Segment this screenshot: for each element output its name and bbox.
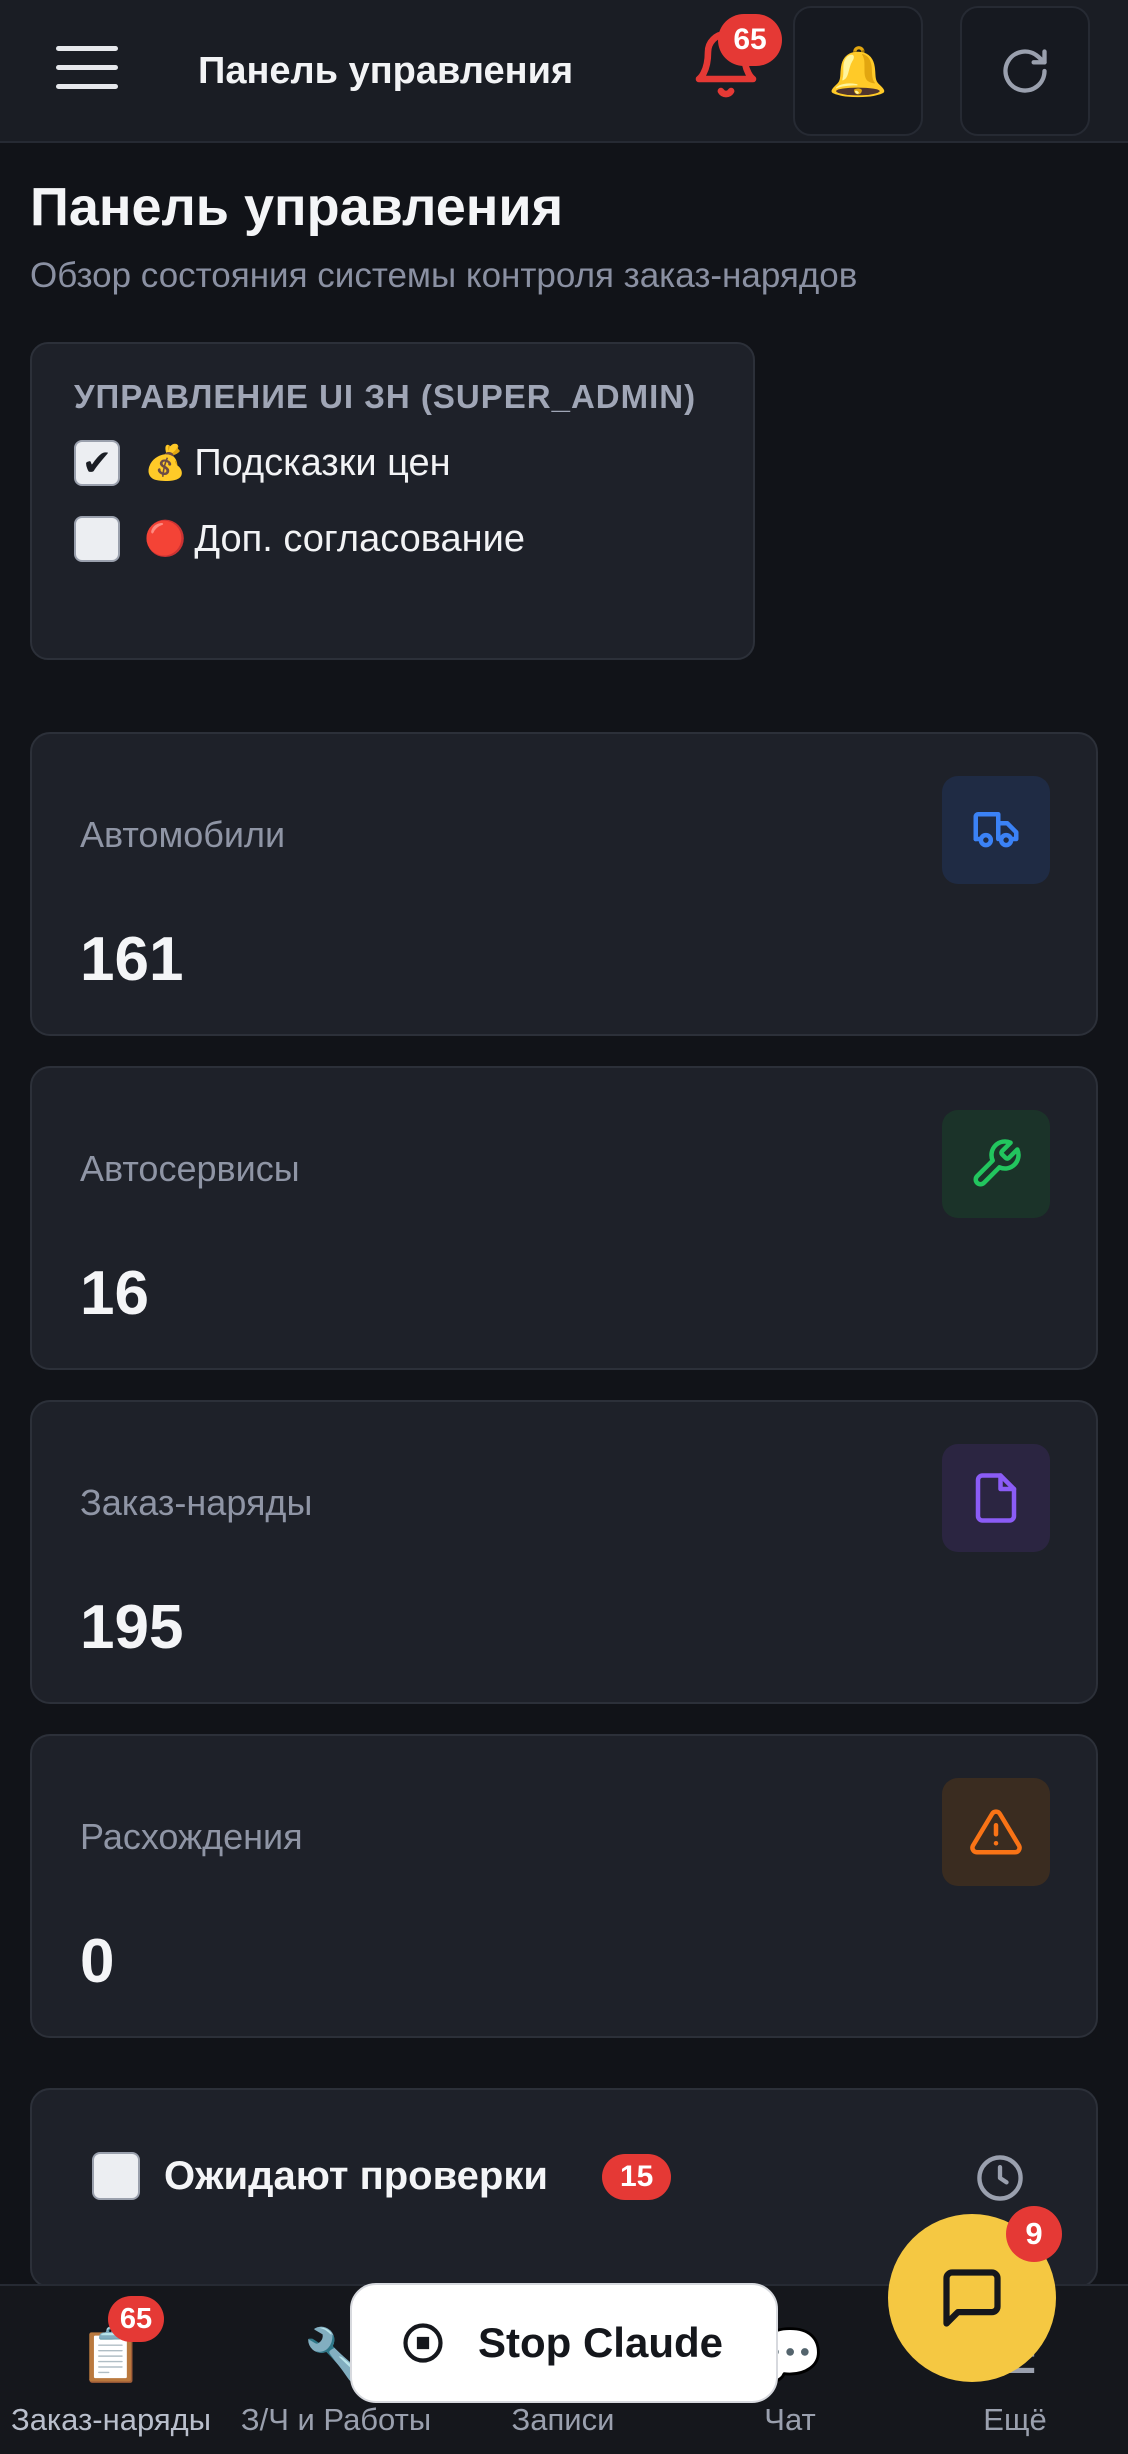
top-bar: Панель управления 65 🔔: [0, 0, 1128, 143]
nav-label: Заказ-наряды: [10, 2402, 212, 2437]
nav-work-orders-badge: 65: [108, 2296, 164, 2342]
menu-icon[interactable]: [56, 46, 118, 94]
message-square-icon: [943, 2269, 1001, 2327]
nav-label: Чат: [764, 2402, 816, 2437]
stat-card-cars[interactable]: Автомобили 161: [30, 732, 1098, 1036]
stat-value: 195: [80, 1593, 184, 1662]
refresh-button[interactable]: [960, 6, 1090, 136]
stop-icon: [403, 2323, 443, 2363]
extra-approval-label: Доп. согласование: [194, 517, 526, 560]
stat-label: Автомобили: [80, 814, 286, 855]
stat-value: 16: [80, 1259, 149, 1328]
stat-value: 161: [80, 925, 184, 994]
header-title: Панель управления: [198, 50, 574, 92]
truck-icon: [942, 776, 1050, 884]
stat-label: Заказ-наряды: [80, 1482, 313, 1523]
extra-approval-checkbox[interactable]: [74, 516, 120, 562]
warning-icon: [942, 1778, 1050, 1886]
nav-label: Записи: [511, 2402, 615, 2437]
stat-card-services[interactable]: Автосервисы 16: [30, 1066, 1098, 1370]
page-subtitle: Обзор состояния системы контроля заказ-н…: [30, 256, 858, 295]
price-hints-label: Подсказки цен: [194, 441, 451, 484]
price-hints-toggle[interactable]: ✔ 💰 Подсказки цен: [74, 440, 451, 486]
admin-ui-settings-card: УПРАВЛЕНИЕ UI ЗН (SUPER_ADMIN) ✔ 💰 Подск…: [30, 342, 755, 660]
pending-review-checkbox[interactable]: [92, 2152, 140, 2200]
stat-label: Расхождения: [80, 1816, 303, 1857]
notifications-badge: 65: [718, 14, 782, 66]
chat-fab-badge: 9: [1006, 2206, 1062, 2262]
page-title: Панель управления: [30, 177, 564, 237]
pending-review-title: Ожидают проверки: [164, 2154, 548, 2198]
clock-icon: [974, 2152, 1026, 2204]
extra-approval-toggle[interactable]: 🔴 Доп. согласование: [74, 516, 525, 562]
price-hints-checkbox[interactable]: ✔: [74, 440, 120, 486]
red-circle-icon: 🔴: [144, 520, 187, 558]
wrench-icon: [942, 1110, 1050, 1218]
admin-settings-heading: УПРАВЛЕНИЕ UI ЗН (SUPER_ADMIN): [74, 378, 697, 415]
nav-label: Ещё: [983, 2402, 1047, 2437]
alerts-button[interactable]: 🔔: [793, 6, 923, 136]
stat-value: 0: [80, 1927, 115, 1996]
pending-review-count-badge: 15: [602, 2154, 672, 2200]
stat-label: Автосервисы: [80, 1148, 300, 1189]
stat-card-discrepancies[interactable]: Расхождения 0: [30, 1734, 1098, 2038]
stop-claude-button[interactable]: Stop Claude: [350, 2283, 778, 2403]
refresh-icon: [1003, 49, 1047, 93]
stop-claude-label: Stop Claude: [478, 2319, 724, 2366]
bell-icon: 🔔: [828, 45, 888, 99]
stat-card-work-orders[interactable]: Заказ-наряды 195: [30, 1400, 1098, 1704]
money-bag-icon: 💰: [144, 444, 187, 482]
nav-label: З/Ч и Работы: [240, 2402, 432, 2437]
document-icon: [942, 1444, 1050, 1552]
